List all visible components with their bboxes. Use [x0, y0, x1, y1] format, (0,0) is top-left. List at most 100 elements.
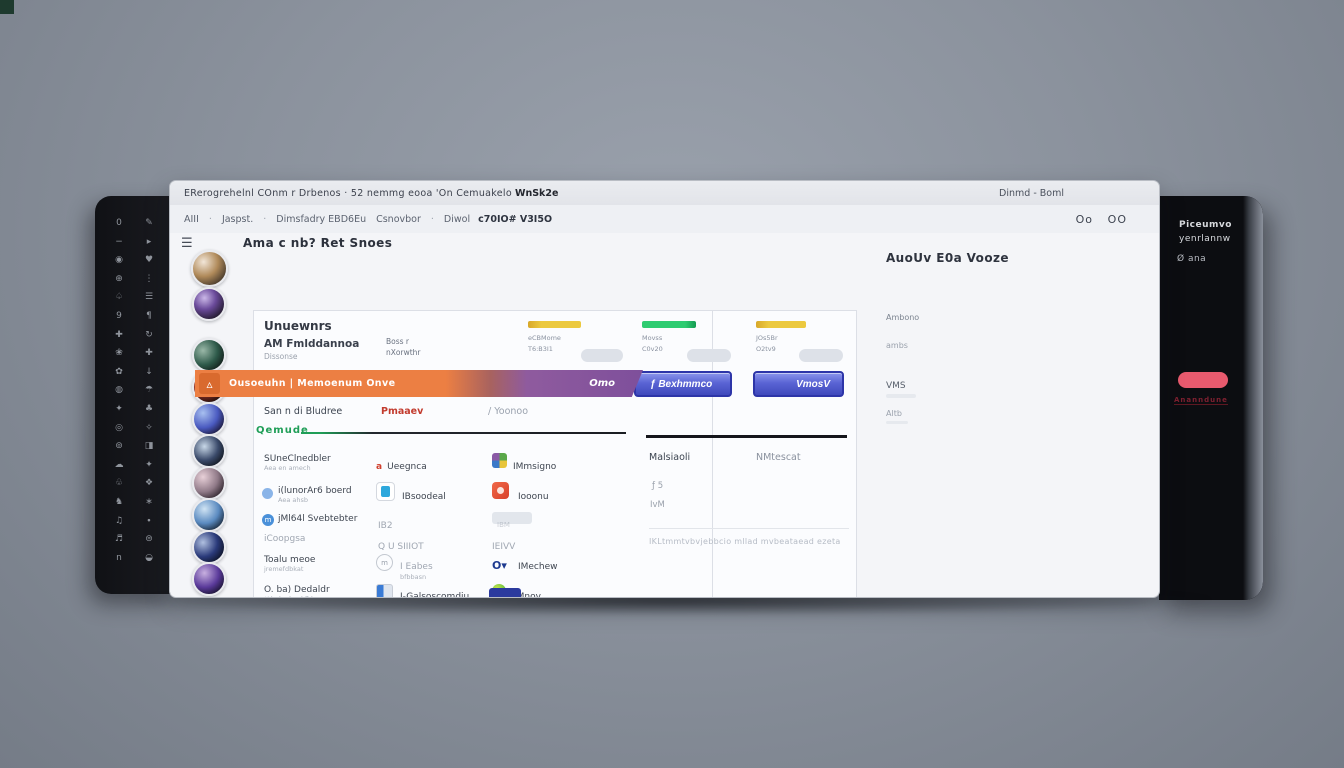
avatar[interactable] [192, 530, 226, 564]
toolbar-icon[interactable]: OO [1108, 213, 1127, 226]
stat-label: T6:B3I1 [528, 344, 553, 354]
stat-label: eCBMome [528, 333, 561, 343]
side-panel-caption: Ananndune [1174, 396, 1228, 405]
stat-label: JOs5Br [756, 333, 778, 343]
detail-line: IvM [650, 500, 665, 510]
list-item[interactable]: iCoopgsa [264, 534, 305, 544]
app-icon [262, 488, 273, 499]
menu-item[interactable]: Csnovbor [376, 214, 421, 225]
list-item[interactable]: Iooonu [492, 484, 549, 503]
pill-button[interactable] [687, 349, 731, 362]
placeholder-bar [886, 394, 916, 398]
avatar[interactable] [192, 338, 226, 372]
banner-right-text: Omo [589, 378, 615, 389]
sidepanel-item[interactable]: Ambono [886, 313, 919, 322]
pill-button[interactable] [581, 349, 623, 362]
menu-item[interactable]: Dimsfadry EBD6Eu [276, 214, 366, 225]
user-subtitle: Dissonse [264, 352, 298, 361]
side-panel-status: Ø ana [1177, 254, 1206, 264]
list-item[interactable]: IEIVV [492, 534, 515, 553]
scrolled-button[interactable] [489, 588, 521, 597]
list-item[interactable]: Toalu meoe jremefdbkat [264, 555, 315, 573]
install-button[interactable]: VmosV [753, 371, 844, 397]
placeholder-pill: IBM [492, 512, 532, 524]
avatar[interactable] [192, 402, 226, 436]
side-panel-label: Piceumvo [1179, 220, 1232, 230]
menu-bar: AIII · Jaspst. · Dimsfadry EBD6Eu Csnovb… [170, 205, 1159, 234]
stat-bar-yellow [756, 321, 806, 328]
list-item[interactable]: IB2 [378, 513, 393, 532]
list-item[interactable]: O▾ IMechew [492, 554, 557, 573]
menu-item[interactable]: Diwol [444, 214, 470, 225]
avatar[interactable] [192, 287, 226, 321]
right-side-panel: Piceumvo yenrlannw Ø ana Ananndune [1159, 196, 1263, 600]
avatar[interactable] [192, 434, 226, 468]
app-icon: m [376, 554, 393, 571]
list-item[interactable]: SUneClnedbler Aea en amech [264, 454, 331, 472]
corner-accent [0, 0, 14, 14]
dock-icon-column: 0 − ◉ ⊕ ♤ 9 ✚ ❀ ✿ ◍ ✦ ◎ ⊚ ☁ ♧ ♞ ♫ ♬ n [111, 214, 127, 567]
list-item[interactable]: a Ueegnca [376, 454, 427, 473]
menu-separator: · [263, 214, 266, 225]
hamburger-menu-icon[interactable]: ☰ [181, 236, 193, 251]
detail-header: Malsiaoli [649, 452, 690, 463]
menu-item[interactable]: Jaspst. [222, 214, 253, 225]
stat-label: C0v20 [642, 344, 663, 354]
download-button[interactable]: ƒ Bexhmmco [634, 371, 732, 397]
notification-banner[interactable]: ▵ Ousoeuhn | Memoenum Onve Omo [195, 370, 643, 397]
menu-item[interactable]: AIII [184, 214, 199, 225]
sidepanel-item[interactable]: ambs [886, 341, 908, 350]
app-window: ERerogrehelnl COnm r Drbenos · 52 nemmg … [170, 181, 1159, 597]
divider-line [646, 435, 847, 438]
content-card: Unuewnrs AM Fmlddannoa Dissonse Boss r n… [253, 310, 857, 597]
warning-triangle-icon: ▵ [199, 373, 220, 394]
section-title: Unuewnrs [264, 319, 332, 333]
page-title: Ama c nb? Ret Snoes [243, 236, 392, 250]
user-meta: Boss r nXorwthr [386, 336, 420, 358]
stat-bar-yellow [528, 321, 581, 328]
desktop-scene: 0 − ◉ ⊕ ♤ 9 ✚ ❀ ✿ ◍ ✦ ◎ ⊚ ☁ ♧ ♞ ♫ ♬ n ✎ … [0, 0, 1344, 768]
detail-line: ƒ 5 [652, 481, 663, 491]
tab-first[interactable]: San n di Bludree [264, 406, 342, 417]
avatar[interactable] [192, 562, 226, 596]
list-item[interactable]: IBsoodeal [376, 484, 446, 503]
app-icon: O▾ [492, 559, 507, 572]
detail-note: IKLtmmtvbvjebbcio mllad mvbeataead ezeta [649, 537, 841, 546]
user-name: AM Fmlddannoa [264, 338, 359, 350]
list-item[interactable]: IMmsigno [492, 454, 556, 473]
list-item[interactable]: i(lunorAr6 boerd Aea ahsb [264, 486, 352, 504]
list-item[interactable]: O. ba) Dedaldr *Lbabe lae kfl b [264, 585, 330, 597]
sidepanel-item[interactable]: VMS [886, 381, 906, 391]
window-title: ERerogrehelnl COnm r Drbenos · 52 nemmg … [184, 188, 512, 199]
avatar[interactable] [191, 250, 228, 287]
list-item[interactable]: Q U SIIIOT [378, 534, 424, 553]
detail-divider [649, 528, 849, 529]
toolbar-icon[interactable]: Oo [1076, 213, 1093, 226]
stat-label: O2tv9 [756, 344, 776, 354]
list-item[interactable]: m jMl64l Svebtebter [264, 514, 357, 524]
avatar[interactable] [192, 498, 226, 532]
menu-separator: · [431, 214, 434, 225]
page-content: ☰ Ama c nb? Ret Snoes Unuewnrs AM Fmldda… [170, 233, 1159, 597]
app-icon [376, 584, 393, 597]
left-dock-panel: 0 − ◉ ⊕ ♤ 9 ✚ ❀ ✿ ◍ ✦ ◎ ⊚ ☁ ♧ ♞ ♫ ♬ n ✎ … [95, 196, 175, 594]
tab-selected[interactable]: Pmaaev [381, 406, 423, 417]
tab-third[interactable]: / Yoonoo [488, 406, 528, 417]
title-bar: ERerogrehelnl COnm r Drbenos · 52 nemmg … [170, 181, 1159, 206]
red-pill-button[interactable] [1178, 372, 1228, 388]
list-item[interactable]: m I Eabes bfbbasn [376, 554, 433, 581]
dock-icon-column: ✎ ▸ ♥ ⋮ ☰ ¶ ↻ ✚ ↓ ☂ ♣ ✧ ◨ ✦ ❖ ∗ ∙ ⊜ ◒ [141, 214, 157, 567]
progress-label: Qemude [256, 425, 309, 436]
app-icon [492, 482, 509, 499]
window-title-right: Dinmd - Boml [999, 188, 1064, 199]
list-item[interactable]: I-Galsoscomdiu Lesen [376, 584, 469, 597]
side-panel-label: yenrlannw [1179, 234, 1231, 244]
stat-label: Movss [642, 333, 662, 343]
avatar[interactable] [192, 466, 226, 500]
sidepanel-title: AuoUv E0a Vooze [886, 251, 1009, 265]
pill-button[interactable] [799, 349, 843, 362]
menu-highlight: c70IO# V3I5O [478, 214, 552, 225]
banner-text: Ousoeuhn | Memoenum Onve [229, 378, 395, 389]
sidepanel-item[interactable]: Altb [886, 409, 902, 418]
app-icon [376, 482, 395, 501]
